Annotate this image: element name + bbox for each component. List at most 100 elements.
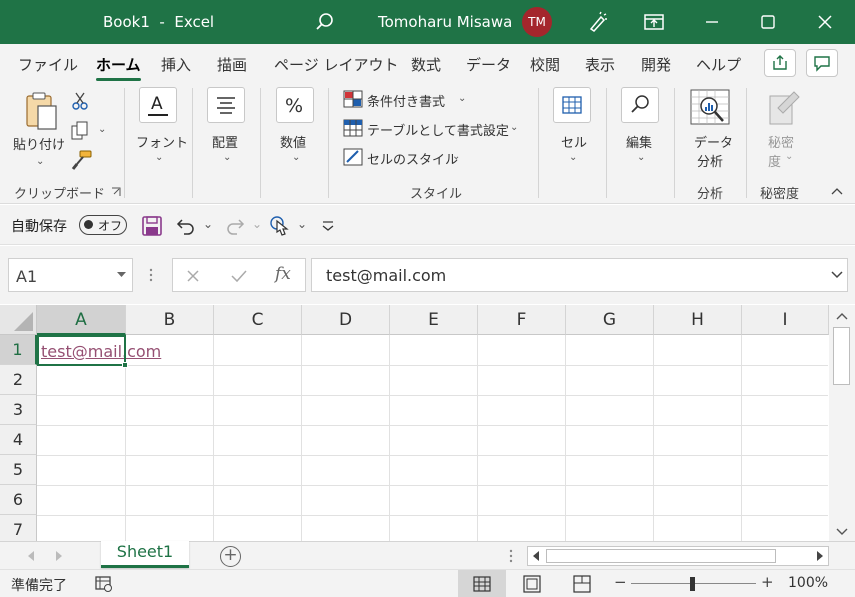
row-header-6[interactable]: 6 bbox=[0, 485, 37, 515]
row-header-5[interactable]: 5 bbox=[0, 455, 37, 485]
column-header-A[interactable]: A bbox=[37, 305, 126, 335]
add-sheet-button[interactable]: + bbox=[220, 546, 241, 567]
scroll-thumb[interactable] bbox=[546, 549, 776, 563]
chevron-down-icon[interactable]: ⌄ bbox=[458, 93, 466, 104]
column-header-F[interactable]: F bbox=[478, 305, 566, 335]
touch-mode-icon[interactable] bbox=[268, 214, 290, 238]
column-header-G[interactable]: G bbox=[566, 305, 654, 335]
cells-button[interactable] bbox=[553, 87, 591, 123]
page-layout-view-button[interactable] bbox=[508, 570, 556, 597]
worksheet-grid[interactable]: A B C D E F G H I 1 2 3 4 5 6 7 test@mai… bbox=[0, 305, 855, 545]
column-header-I[interactable]: I bbox=[742, 305, 829, 335]
dialog-launcher-icon[interactable] bbox=[111, 187, 121, 197]
collapse-ribbon-icon[interactable] bbox=[830, 186, 844, 196]
tab-data[interactable]: データ bbox=[466, 54, 511, 75]
format-painter-icon[interactable] bbox=[71, 149, 93, 171]
tab-view[interactable]: 表示 bbox=[585, 54, 615, 75]
active-cell[interactable] bbox=[37, 335, 128, 368]
normal-view-button[interactable] bbox=[458, 570, 506, 597]
close-icon[interactable] bbox=[813, 10, 837, 34]
vertical-scrollbar[interactable] bbox=[829, 305, 855, 541]
alignment-label[interactable]: 配置 bbox=[212, 132, 238, 151]
user-name[interactable]: Tomoharu Misawa bbox=[378, 13, 512, 31]
tab-formulas[interactable]: 数式 bbox=[411, 54, 441, 75]
number-button[interactable]: % bbox=[276, 87, 314, 123]
tab-insert[interactable]: 挿入 bbox=[161, 54, 191, 75]
row-header-2[interactable]: 2 bbox=[0, 365, 37, 395]
zoom-out-button[interactable]: − bbox=[614, 573, 627, 591]
column-header-B[interactable]: B bbox=[126, 305, 214, 335]
column-header-C[interactable]: C bbox=[214, 305, 302, 335]
column-header-D[interactable]: D bbox=[302, 305, 390, 335]
chevron-down-icon[interactable]: ⌄ bbox=[155, 152, 163, 163]
cut-icon[interactable] bbox=[70, 91, 90, 111]
customize-toolbar-icon[interactable] bbox=[320, 219, 336, 233]
formula-input[interactable]: test@mail.com bbox=[311, 258, 848, 292]
zoom-slider-thumb[interactable] bbox=[690, 577, 695, 591]
page-break-view-button[interactable] bbox=[558, 570, 606, 597]
maximize-icon[interactable] bbox=[756, 10, 780, 34]
chevron-down-icon[interactable]: ⌄ bbox=[510, 122, 518, 133]
number-label[interactable]: 数値 bbox=[280, 132, 306, 151]
tab-developer[interactable]: 開発 bbox=[641, 54, 671, 75]
scroll-down-icon[interactable] bbox=[835, 527, 849, 537]
scroll-up-icon[interactable] bbox=[835, 311, 849, 321]
chevron-down-icon[interactable]: ⌄ bbox=[297, 217, 307, 231]
tab-home[interactable]: ホーム bbox=[96, 54, 141, 81]
prev-sheet-icon[interactable] bbox=[27, 551, 35, 561]
format-as-table-button[interactable]: テーブルとして書式設定 bbox=[367, 120, 509, 139]
comments-button[interactable] bbox=[806, 49, 838, 77]
ribbon-display-icon[interactable] bbox=[642, 10, 666, 34]
chevron-down-icon[interactable]: ⌄ bbox=[203, 217, 213, 231]
editing-label[interactable]: 編集 bbox=[626, 132, 652, 151]
share-button[interactable] bbox=[764, 49, 796, 77]
autosave-toggle[interactable]: オフ bbox=[79, 215, 127, 235]
sheet-tab-sheet1[interactable]: Sheet1 bbox=[101, 541, 189, 568]
name-box[interactable]: A1 bbox=[8, 258, 133, 292]
scroll-left-icon[interactable] bbox=[532, 551, 540, 561]
scroll-thumb[interactable] bbox=[833, 327, 850, 385]
paste-icon[interactable] bbox=[22, 90, 62, 132]
search-icon[interactable] bbox=[314, 11, 336, 33]
drag-handle-icon[interactable] bbox=[149, 268, 153, 282]
chevron-down-icon[interactable]: ⌄ bbox=[98, 124, 106, 135]
chevron-down-icon[interactable]: ⌄ bbox=[452, 151, 460, 162]
expand-formula-icon[interactable] bbox=[831, 271, 843, 279]
cell-styles-button[interactable]: セルのスタイル bbox=[367, 149, 458, 168]
chevron-down-icon[interactable]: ⌄ bbox=[569, 152, 577, 163]
paste-button[interactable]: 貼り付け bbox=[13, 134, 65, 153]
column-header-E[interactable]: E bbox=[390, 305, 478, 335]
chevron-down-icon[interactable]: ⌄ bbox=[292, 152, 300, 163]
row-header-4[interactable]: 4 bbox=[0, 425, 37, 455]
zoom-in-button[interactable]: + bbox=[761, 573, 774, 591]
font-button[interactable]: A bbox=[139, 87, 177, 123]
chevron-down-icon[interactable]: ⌄ bbox=[223, 152, 231, 163]
tab-file[interactable]: ファイル bbox=[18, 54, 78, 75]
editing-button[interactable] bbox=[621, 87, 659, 123]
undo-icon[interactable] bbox=[175, 215, 197, 237]
copy-icon[interactable] bbox=[70, 121, 92, 141]
insert-function-button[interactable]: fx bbox=[275, 264, 291, 284]
alignment-button[interactable] bbox=[207, 87, 245, 123]
tab-page-layout[interactable]: ページ レイアウト bbox=[274, 54, 398, 75]
zoom-level[interactable]: 100% bbox=[788, 575, 828, 591]
save-icon[interactable] bbox=[141, 215, 163, 237]
next-sheet-icon[interactable] bbox=[55, 551, 63, 561]
fill-handle[interactable] bbox=[122, 362, 128, 368]
accessibility-icon[interactable] bbox=[94, 575, 114, 593]
conditional-formatting-button[interactable]: 条件付き書式 bbox=[367, 91, 445, 110]
chevron-down-icon[interactable]: ⌄ bbox=[36, 156, 44, 167]
tab-help[interactable]: ヘルプ bbox=[696, 54, 741, 75]
row-header-3[interactable]: 3 bbox=[0, 395, 37, 425]
data-analysis-label-2[interactable]: 分析 bbox=[697, 151, 723, 170]
font-label[interactable]: フォント bbox=[136, 132, 188, 151]
horizontal-scrollbar[interactable] bbox=[527, 546, 829, 566]
data-analysis-button[interactable]: データ bbox=[694, 132, 733, 151]
designer-pen-icon[interactable] bbox=[586, 10, 610, 34]
cells-label[interactable]: セル bbox=[561, 132, 587, 151]
row-header-1[interactable]: 1 bbox=[0, 335, 37, 365]
chevron-down-icon[interactable] bbox=[117, 272, 126, 278]
select-all-button[interactable] bbox=[0, 305, 37, 335]
minimize-icon[interactable] bbox=[700, 10, 724, 34]
chevron-down-icon[interactable]: ⌄ bbox=[637, 152, 645, 163]
